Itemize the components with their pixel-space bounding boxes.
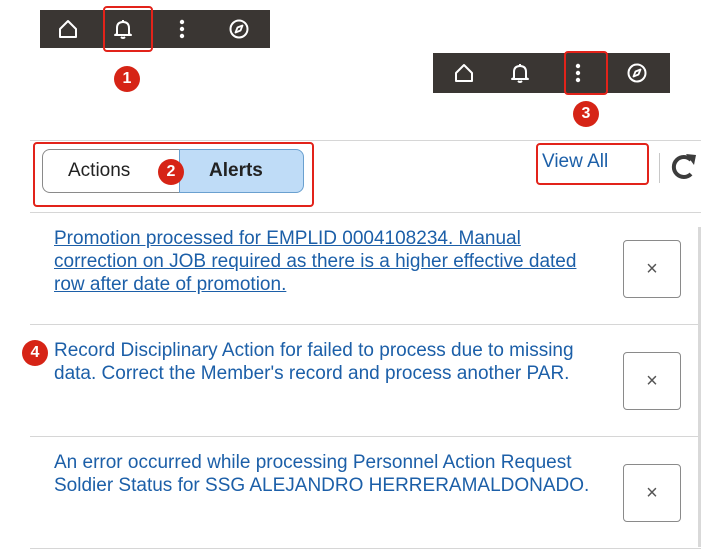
- refresh-icon[interactable]: [669, 151, 699, 183]
- second-toolbar: [433, 53, 670, 93]
- notifications-panel: Actions Alerts 2 View All Promotion proc…: [30, 140, 701, 549]
- callout-badge-3: 3: [573, 101, 599, 127]
- alert-message[interactable]: An error occurred while processing Perso…: [54, 451, 602, 497]
- alert-message[interactable]: Record Disciplinary Action for failed to…: [54, 339, 602, 385]
- bell-highlight-box: [103, 6, 153, 52]
- view-all-link[interactable]: View All: [542, 151, 608, 173]
- close-icon: ×: [646, 257, 658, 280]
- alerts-list: Promotion processed for EMPLID 000410823…: [30, 212, 701, 549]
- close-icon: ×: [646, 481, 658, 504]
- dismiss-button[interactable]: ×: [623, 464, 681, 522]
- callout-badge-4: 4: [22, 340, 48, 366]
- alert-link[interactable]: Promotion processed for EMPLID 000410823…: [54, 227, 602, 296]
- list-item: Promotion processed for EMPLID 000410823…: [30, 213, 701, 325]
- compass-icon[interactable]: [623, 59, 651, 87]
- tab-alerts[interactable]: Alerts: [179, 149, 304, 193]
- more-vertical-icon[interactable]: [168, 15, 196, 43]
- list-item: Record Disciplinary Action for failed to…: [30, 325, 701, 437]
- more-highlight-box: [564, 51, 608, 95]
- list-item: An error occurred while processing Perso…: [30, 437, 701, 549]
- dismiss-button[interactable]: ×: [623, 352, 681, 410]
- callout-badge-1: 1: [114, 66, 140, 92]
- dismiss-button[interactable]: ×: [623, 240, 681, 298]
- home-icon[interactable]: [54, 15, 82, 43]
- home-icon[interactable]: [450, 59, 478, 87]
- close-icon: ×: [646, 369, 658, 392]
- top-toolbar: [40, 10, 270, 48]
- bell-icon[interactable]: [506, 59, 534, 87]
- callout-badge-2: 2: [158, 159, 184, 185]
- compass-icon[interactable]: [225, 15, 253, 43]
- divider: [659, 153, 660, 183]
